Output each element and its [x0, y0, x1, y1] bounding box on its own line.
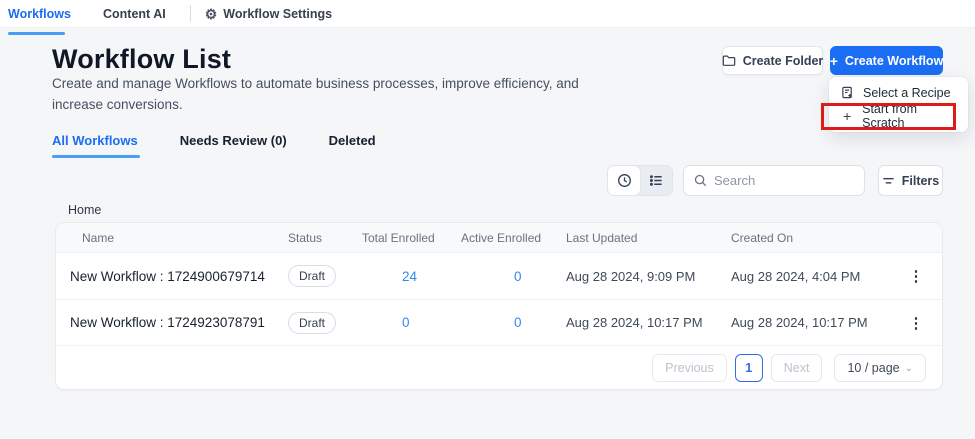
- nav-tab-content-ai[interactable]: Content AI: [97, 7, 172, 21]
- column-header-created-on: Created On: [731, 231, 884, 245]
- workflow-name-link[interactable]: New Workflow : 1724923078791: [56, 315, 288, 330]
- tab-needs-review[interactable]: Needs Review (0): [180, 133, 287, 158]
- plus-icon: +: [841, 108, 853, 124]
- tab-deleted-label: Deleted: [329, 133, 376, 148]
- search-box: [683, 165, 865, 196]
- filter-icon: [882, 175, 895, 187]
- view-toggle-group: [607, 165, 673, 196]
- column-header-active-enrolled: Active Enrolled: [461, 231, 566, 245]
- nav-tab-workflows-label: Workflows: [8, 7, 71, 21]
- created-on-value: Aug 28 2024, 4:04 PM: [731, 269, 884, 284]
- previous-page-button[interactable]: Previous: [652, 354, 727, 382]
- create-folder-button[interactable]: Create Folder: [722, 46, 823, 75]
- nav-workflow-settings-label: Workflow Settings: [223, 7, 332, 21]
- gear-icon: ⚙: [205, 7, 218, 21]
- last-updated-value: Aug 28 2024, 9:09 PM: [566, 269, 731, 284]
- recent-view-toggle[interactable]: [608, 166, 640, 195]
- status-badge: Draft: [288, 265, 336, 287]
- create-workflow-dropdown-menu: Select a Recipe + Start from Scratch: [829, 77, 968, 132]
- recipe-icon: [841, 86, 854, 99]
- tab-deleted[interactable]: Deleted: [329, 133, 376, 158]
- table-row: New Workflow : 1724900679714 Draft 24 0 …: [56, 253, 942, 299]
- workflow-table-card: Name Status Total Enrolled Active Enroll…: [55, 222, 943, 390]
- pagination-bar: Previous 1 Next 10 / page ⌄: [56, 345, 942, 390]
- tab-all-workflows-label: All Workflows: [52, 133, 138, 148]
- nav-active-underline: [8, 32, 65, 35]
- top-navigation: Workflows Content AI ⚙ Workflow Settings: [0, 0, 975, 28]
- table-header-row: Name Status Total Enrolled Active Enroll…: [56, 223, 942, 253]
- search-input[interactable]: [714, 173, 854, 188]
- menu-item-select-recipe-label: Select a Recipe: [863, 86, 951, 100]
- row-actions-kebab-icon[interactable]: ⋮: [904, 264, 928, 288]
- active-enrolled-link[interactable]: 0: [461, 269, 566, 284]
- menu-item-start-from-scratch-label: Start from Scratch: [862, 102, 956, 130]
- page-size-label: 10 / page: [847, 361, 899, 375]
- create-folder-label: Create Folder: [743, 54, 824, 68]
- table-row: New Workflow : 1724923078791 Draft 0 0 A…: [56, 299, 942, 345]
- nav-divider: [190, 5, 191, 22]
- workflow-tabs: All Workflows Needs Review (0) Deleted: [52, 133, 376, 158]
- plus-icon: +: [830, 53, 838, 69]
- list-icon: [649, 173, 664, 188]
- filters-label: Filters: [902, 174, 940, 188]
- nav-tab-content-ai-label: Content AI: [103, 7, 166, 21]
- last-updated-value: Aug 28 2024, 10:17 PM: [566, 315, 731, 330]
- created-on-value: Aug 28 2024, 10:17 PM: [731, 315, 884, 330]
- column-header-name: Name: [56, 231, 288, 245]
- tab-needs-review-label: Needs Review (0): [180, 133, 287, 148]
- search-icon: [694, 174, 707, 187]
- menu-item-start-from-scratch[interactable]: + Start from Scratch: [829, 104, 968, 127]
- nav-workflow-settings[interactable]: ⚙ Workflow Settings: [205, 7, 332, 21]
- column-header-status: Status: [288, 231, 362, 245]
- chevron-down-icon: ⌄: [905, 363, 913, 374]
- page-size-select[interactable]: 10 / page ⌄: [834, 354, 926, 382]
- create-workflow-button[interactable]: + Create Workflow: [830, 46, 943, 75]
- column-header-last-updated: Last Updated: [566, 231, 731, 245]
- next-page-button[interactable]: Next: [771, 354, 823, 382]
- list-view-toggle[interactable]: [640, 166, 672, 195]
- folder-icon: [722, 54, 736, 67]
- row-actions-kebab-icon[interactable]: ⋮: [904, 311, 928, 335]
- clock-icon: [617, 173, 632, 188]
- page-description: Create and manage Workflows to automate …: [52, 74, 582, 116]
- active-enrolled-link[interactable]: 0: [461, 315, 566, 330]
- status-badge: Draft: [288, 312, 336, 334]
- create-workflow-label: Create Workflow: [845, 54, 943, 68]
- workflow-name-link[interactable]: New Workflow : 1724900679714: [56, 269, 288, 284]
- nav-tab-workflows[interactable]: Workflows: [2, 7, 77, 21]
- filters-button[interactable]: Filters: [878, 165, 943, 196]
- breadcrumb[interactable]: Home: [68, 203, 101, 217]
- page-number-button[interactable]: 1: [735, 354, 763, 382]
- tab-all-workflows[interactable]: All Workflows: [52, 133, 138, 158]
- column-header-total-enrolled: Total Enrolled: [362, 231, 461, 245]
- total-enrolled-link[interactable]: 24: [362, 269, 461, 284]
- page-title: Workflow List: [52, 44, 231, 75]
- total-enrolled-link[interactable]: 0: [362, 315, 461, 330]
